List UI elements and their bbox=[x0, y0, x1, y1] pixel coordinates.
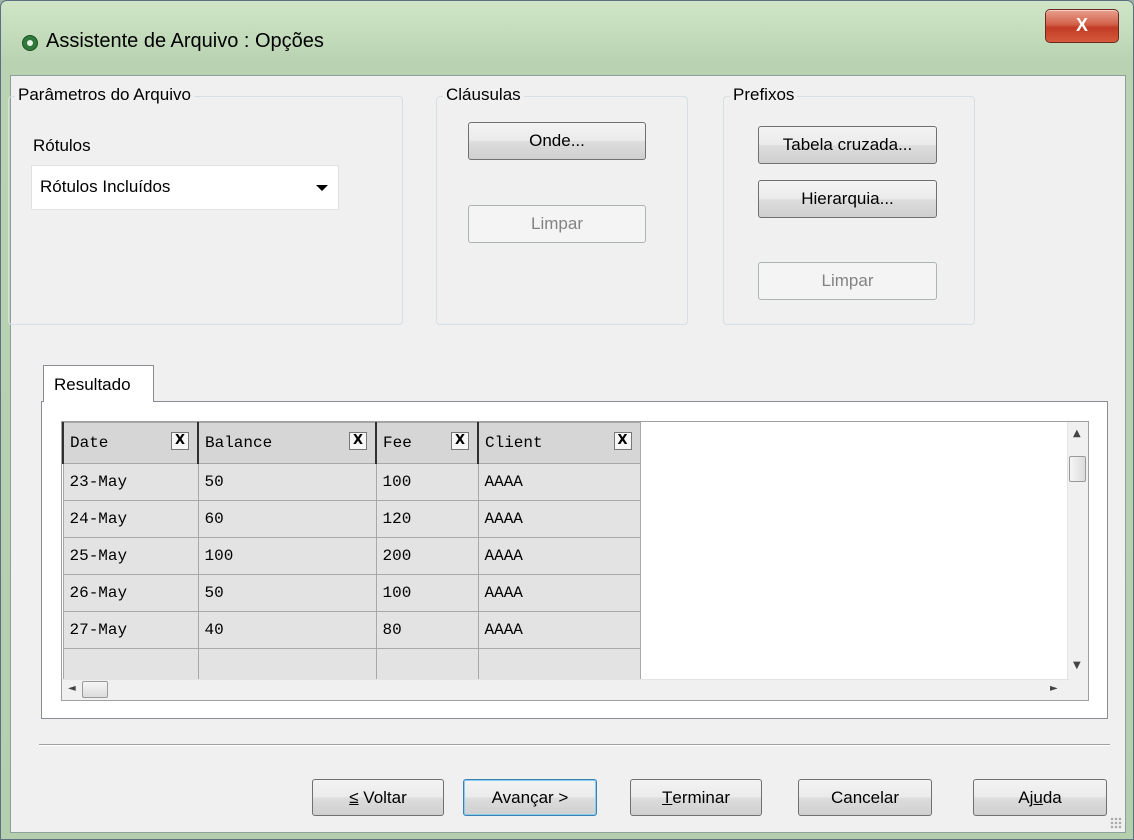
finish-button-label: erminar bbox=[672, 787, 730, 807]
table-cell: 200 bbox=[375, 537, 479, 575]
scroll-left-icon[interactable]: ◄ bbox=[68, 683, 76, 694]
cancel-button[interactable]: Cancelar bbox=[798, 779, 932, 816]
close-button[interactable]: X bbox=[1045, 9, 1119, 43]
prefixes-group: Prefixos Tabela cruzada... Hierarquia...… bbox=[723, 85, 975, 325]
table-row: 23-May 50 100 AAAA bbox=[62, 463, 641, 501]
close-icon: X bbox=[1075, 15, 1088, 35]
title-bar[interactable]: Assistente de Arquivo : Opções X bbox=[1, 1, 1133, 75]
table-cell: AAAA bbox=[477, 500, 641, 538]
close-icon[interactable]: X bbox=[613, 432, 632, 450]
table-row: 26-May 50 100 AAAA bbox=[62, 574, 641, 612]
crosstable-button[interactable]: Tabela cruzada... bbox=[758, 126, 937, 164]
finish-button-mnemonic: T bbox=[661, 787, 673, 807]
column-header-date[interactable]: Date X bbox=[62, 422, 199, 464]
table-cell: 40 bbox=[197, 611, 377, 649]
vertical-scrollbar[interactable]: ▲ ▼ bbox=[1067, 422, 1088, 681]
hierarchy-button[interactable]: Hierarquia... bbox=[758, 180, 937, 218]
table-cell: 100 bbox=[375, 574, 479, 612]
back-button-label: Voltar bbox=[363, 787, 407, 807]
table-cell: AAAA bbox=[477, 574, 641, 612]
file-parameters-legend: Parâmetros do Arquivo bbox=[15, 85, 194, 105]
resize-grip[interactable] bbox=[1110, 817, 1122, 829]
close-icon[interactable]: X bbox=[451, 432, 469, 450]
back-button-prefix: ≤ bbox=[349, 787, 359, 807]
table-cell: 50 bbox=[197, 463, 377, 501]
table-row: 27-May 40 80 AAAA bbox=[62, 611, 641, 649]
back-button[interactable]: ≤ Voltar bbox=[312, 779, 444, 816]
table-cell: 25-May bbox=[62, 537, 199, 575]
column-header-label: Balance bbox=[205, 434, 273, 452]
table-cell: 23-May bbox=[62, 463, 199, 501]
scrollbar-corner bbox=[1068, 680, 1088, 700]
labels-caption: Rótulos bbox=[33, 136, 91, 155]
vertical-scroll-thumb[interactable] bbox=[1069, 456, 1086, 482]
clauses-group: Cláusulas Onde... Limpar bbox=[436, 85, 688, 325]
table-cell: AAAA bbox=[477, 463, 641, 501]
column-header-fee[interactable]: Fee X bbox=[375, 422, 479, 464]
labels-select[interactable]: Rótulos Incluídos bbox=[31, 165, 339, 210]
column-header-client[interactable]: Client X bbox=[477, 422, 641, 464]
horizontal-scrollbar[interactable]: ◄ ► bbox=[62, 679, 1069, 700]
table-cell: 60 bbox=[197, 500, 377, 538]
horizontal-scroll-thumb[interactable] bbox=[82, 681, 108, 698]
tab-resultado[interactable]: Resultado bbox=[43, 365, 154, 402]
result-table: Date X Balance X Fee X Client X 23-May 5… bbox=[62, 422, 641, 686]
table-cell: 50 bbox=[197, 574, 377, 612]
column-header-label: Fee bbox=[383, 434, 412, 452]
where-button[interactable]: Onde... bbox=[468, 122, 646, 160]
table-cell: AAAA bbox=[477, 611, 641, 649]
clauses-legend: Cláusulas bbox=[443, 85, 524, 105]
table-cell: AAAA bbox=[477, 537, 641, 575]
column-header-label: Client bbox=[485, 434, 543, 452]
prefixes-clear-button[interactable]: Limpar bbox=[758, 262, 937, 300]
finish-button[interactable]: Terminar bbox=[630, 779, 762, 816]
result-grid[interactable]: Date X Balance X Fee X Client X 23-May 5… bbox=[61, 421, 1089, 701]
help-button-end: da bbox=[1042, 787, 1062, 807]
next-button[interactable]: Avançar > bbox=[463, 779, 597, 816]
table-row: 24-May 60 120 AAAA bbox=[62, 500, 641, 538]
chevron-down-icon bbox=[316, 185, 328, 191]
help-button[interactable]: Aj u da bbox=[973, 779, 1107, 816]
column-header-label: Date bbox=[70, 434, 109, 452]
column-header-balance[interactable]: Balance X bbox=[197, 422, 377, 464]
help-button-start: Aj bbox=[1018, 787, 1034, 807]
clauses-clear-button[interactable]: Limpar bbox=[468, 205, 646, 243]
file-parameters-group: Parâmetros do Arquivo Rótulos Rótulos In… bbox=[8, 85, 403, 325]
footer-separator bbox=[39, 744, 1110, 746]
table-cell: 26-May bbox=[62, 574, 199, 612]
table-cell: 120 bbox=[375, 500, 479, 538]
help-button-mnemonic: u bbox=[1033, 787, 1043, 807]
result-tab-panel: Date X Balance X Fee X Client X 23-May 5… bbox=[41, 401, 1108, 719]
scroll-up-icon[interactable]: ▲ bbox=[1073, 428, 1081, 439]
qlikview-app-icon bbox=[22, 35, 38, 51]
table-cell: 80 bbox=[375, 611, 479, 649]
scroll-right-icon[interactable]: ► bbox=[1050, 683, 1058, 694]
window-title: Assistente de Arquivo : Opções bbox=[46, 30, 324, 52]
scroll-down-icon[interactable]: ▼ bbox=[1073, 660, 1081, 671]
file-wizard-window: Assistente de Arquivo : Opções X Parâmet… bbox=[0, 0, 1134, 840]
prefixes-legend: Prefixos bbox=[730, 85, 798, 105]
labels-select-value: Rótulos Incluídos bbox=[40, 177, 171, 196]
dialog-client-area: Parâmetros do Arquivo Rótulos Rótulos In… bbox=[8, 75, 1126, 833]
table-header-row: Date X Balance X Fee X Client X bbox=[62, 422, 641, 464]
table-cell: 27-May bbox=[62, 611, 199, 649]
table-cell: 100 bbox=[375, 463, 479, 501]
close-icon[interactable]: X bbox=[171, 432, 189, 450]
table-row: 25-May 100 200 AAAA bbox=[62, 537, 641, 575]
table-cell: 24-May bbox=[62, 500, 199, 538]
table-cell: 100 bbox=[197, 537, 377, 575]
close-icon[interactable]: X bbox=[349, 432, 367, 450]
